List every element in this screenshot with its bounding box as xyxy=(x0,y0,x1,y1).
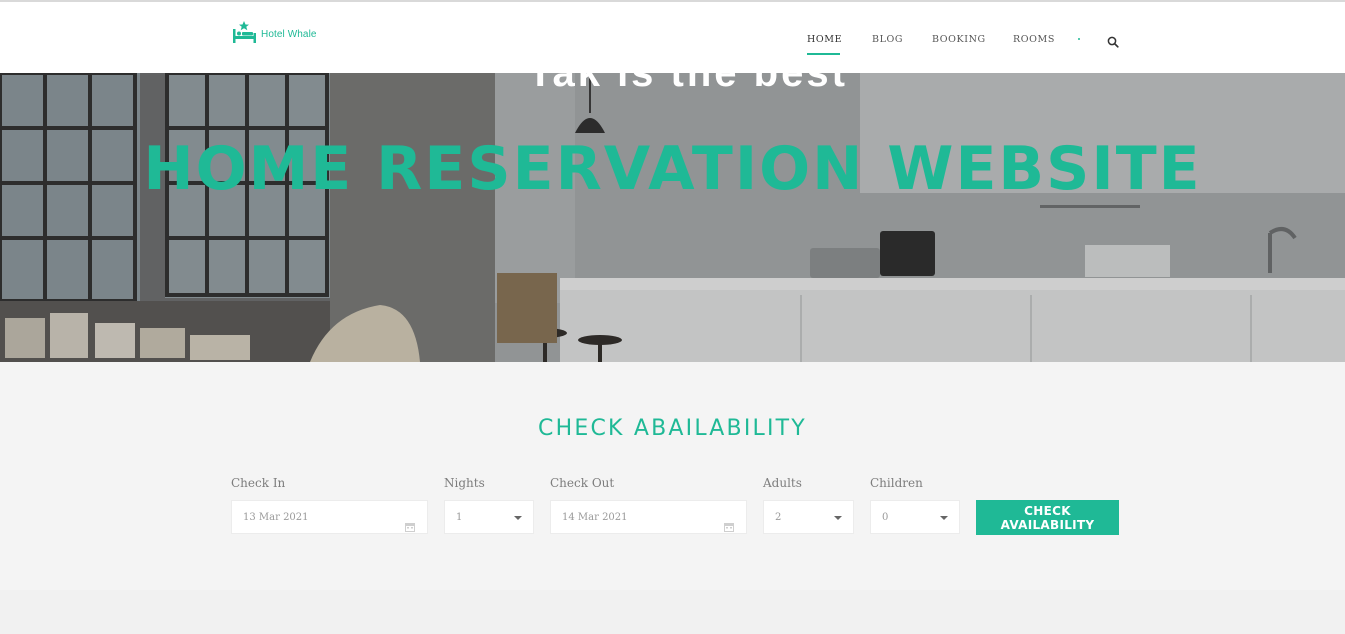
nights-value: 1 xyxy=(456,512,463,523)
children-value: 0 xyxy=(882,512,889,523)
main-nav: HOME BLOG BOOKING ROOMS xyxy=(0,34,1345,56)
check-out-label: Check Out xyxy=(550,476,615,490)
nav-dot xyxy=(1078,38,1080,40)
nights-select[interactable]: 1 xyxy=(444,500,534,534)
hero-overlay xyxy=(0,73,1345,362)
nights-label: Nights xyxy=(444,476,485,490)
calendar-icon xyxy=(405,513,415,532)
check-in-value: 13 Mar 2021 xyxy=(243,512,309,523)
nav-item-rooms[interactable]: ROOMS xyxy=(1013,34,1055,45)
search-icon[interactable] xyxy=(1107,33,1119,48)
children-label: Children xyxy=(870,476,923,490)
adults-select[interactable]: 2 xyxy=(763,500,854,534)
adults-value: 2 xyxy=(775,512,782,523)
nav-item-blog[interactable]: BLOG xyxy=(872,34,903,45)
check-in-input[interactable]: 13 Mar 2021 xyxy=(231,500,428,534)
check-availability-button[interactable]: CHECK AVAILABILITY xyxy=(976,500,1119,535)
nav-active-underline xyxy=(807,34,840,56)
chevron-down-icon xyxy=(834,516,842,520)
calendar-icon xyxy=(724,513,734,532)
adults-label: Adults xyxy=(763,476,802,490)
check-out-value: 14 Mar 2021 xyxy=(562,512,628,523)
check-availability-heading: CHECK ABAILABILITY xyxy=(538,416,807,441)
site-header: Hotel Whale HOME BLOG BOOKING ROOMS xyxy=(0,2,1345,73)
nav-item-booking[interactable]: BOOKING xyxy=(932,34,986,45)
hero-banner: Tak is the best HOME RESERVATION WEBSITE xyxy=(0,73,1345,362)
hero-title: HOME RESERVATION WEBSITE xyxy=(143,134,1202,204)
check-out-input[interactable]: 14 Mar 2021 xyxy=(550,500,747,534)
check-in-label: Check In xyxy=(231,476,286,490)
chevron-down-icon xyxy=(514,516,522,520)
footer-band xyxy=(0,590,1345,634)
children-select[interactable]: 0 xyxy=(870,500,960,534)
chevron-down-icon xyxy=(940,516,948,520)
hero-cutoff-text: Tak is the best xyxy=(528,73,848,95)
